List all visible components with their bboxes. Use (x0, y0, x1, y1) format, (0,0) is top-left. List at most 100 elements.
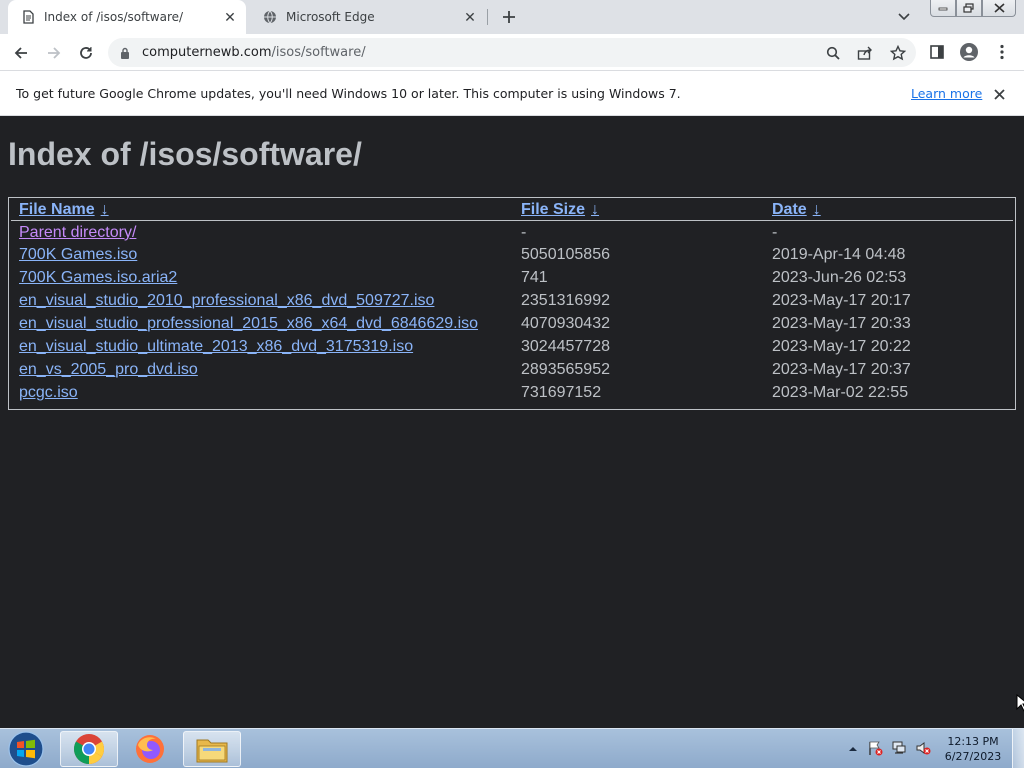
sort-arrow-icon[interactable]: ↓ (101, 201, 109, 219)
profile-avatar-icon[interactable] (959, 42, 979, 62)
reload-button[interactable] (74, 41, 98, 65)
tab-title: Index of /isos/software/ (44, 10, 184, 24)
tab-title: Microsoft Edge (286, 10, 375, 24)
file-link[interactable]: en_vs_2005_pro_dvd.iso (19, 361, 198, 378)
action-center-flag-icon[interactable] (866, 739, 884, 757)
page-title: Index of /isos/software/ (8, 136, 362, 172)
file-name-cell: pcgc.iso (11, 381, 513, 404)
file-name-cell: 700K Games.iso.aria2 (11, 266, 513, 289)
file-name-cell: 700K Games.iso (11, 243, 513, 266)
close-tab-icon[interactable]: ✕ (462, 9, 478, 25)
infobar-message: To get future Google Chrome updates, you… (16, 86, 681, 101)
sort-arrow-icon[interactable]: ↓ (591, 201, 599, 219)
clock-time: 12:13 PM (947, 735, 999, 748)
file-size-cell: 5050105856 (521, 245, 610, 263)
plus-icon (503, 11, 515, 23)
table-row: en_visual_studio_2010_professional_x86_d… (11, 289, 1013, 312)
restore-button[interactable] (956, 0, 982, 17)
table-header-row: File Name ↓ File Size ↓ Date ↓ (11, 200, 1013, 221)
file-link[interactable]: 700K Games.iso.aria2 (19, 269, 177, 286)
sort-by-size-link[interactable]: File Size (521, 201, 585, 218)
show-desktop-button[interactable] (1012, 729, 1024, 768)
file-link[interactable]: en_visual_studio_ultimate_2013_x86_dvd_3… (19, 338, 413, 355)
volume-muted-icon[interactable] (914, 739, 932, 757)
firefox-icon (136, 735, 164, 763)
url-text[interactable]: computernewb.com/isos/software/ (142, 45, 366, 60)
file-link[interactable]: 700K Games.iso (19, 246, 137, 263)
url-path: /isos/software/ (271, 45, 366, 60)
window-controls (930, 0, 1016, 18)
restore-icon (963, 3, 974, 13)
file-date-cell: 2023-May-17 20:33 (772, 314, 911, 332)
file-link[interactable]: en_visual_studio_2010_professional_x86_d… (19, 292, 434, 309)
close-window-button[interactable] (982, 0, 1016, 17)
file-date-cell: 2023-May-17 20:22 (772, 337, 911, 355)
windows-logo-icon (8, 731, 44, 767)
taskbar-chrome[interactable] (60, 731, 118, 767)
tab-index-of-isos-software[interactable]: Index of /isos/software/ ✕ (8, 0, 246, 34)
back-arrow-icon (14, 47, 27, 59)
windows-taskbar: 12:13 PM 6/27/2023 (0, 728, 1024, 768)
file-size-cell: 2893565952 (521, 360, 610, 378)
column-header-file-name[interactable]: File Name ↓ (11, 200, 513, 221)
globe-icon (262, 9, 278, 25)
table-row: pcgc.iso 731697152 2023-Mar-02 22:55 (11, 381, 1013, 404)
sort-by-date-link[interactable]: Date (772, 201, 807, 218)
table-row: 700K Games.iso.aria2 741 2023-Jun-26 02:… (11, 266, 1013, 289)
column-header-date[interactable]: Date ↓ (764, 200, 1013, 221)
learn-more-link[interactable]: Learn more (911, 86, 982, 101)
url-host: computernewb.com (142, 45, 272, 60)
close-tab-icon[interactable]: ✕ (222, 9, 238, 25)
forward-button[interactable] (42, 41, 66, 65)
file-name-cell: en_visual_studio_2010_professional_x86_d… (11, 289, 513, 312)
sort-by-name-link[interactable]: File Name (19, 201, 95, 218)
share-icon[interactable] (856, 44, 874, 62)
taskbar-firefox[interactable] (121, 731, 179, 767)
start-button[interactable] (6, 730, 46, 768)
bookmark-star-icon[interactable] (889, 44, 907, 62)
file-link[interactable]: en_visual_studio_professional_2015_x86_x… (19, 315, 478, 332)
show-hidden-icons-icon[interactable] (844, 739, 862, 757)
tab-search-button[interactable] (896, 9, 912, 25)
new-tab-button[interactable] (498, 6, 520, 28)
file-name-cell: en_visual_studio_professional_2015_x86_x… (11, 312, 513, 335)
more-menu-icon[interactable] (992, 42, 1012, 62)
page-content: Index of /isos/software/ File Name ↓ File… (0, 116, 1024, 728)
file-date-cell: 2023-May-17 20:17 (772, 291, 911, 309)
sort-arrow-icon[interactable]: ↓ (813, 201, 821, 219)
file-date-cell: - (772, 223, 778, 241)
clock-date: 6/27/2023 (944, 750, 1002, 763)
column-header-file-size[interactable]: File Size ↓ (513, 200, 764, 221)
taskbar-file-explorer[interactable] (183, 731, 241, 767)
file-size-cell: 731697152 (521, 383, 602, 401)
file-date-cell: 2023-May-17 20:37 (772, 360, 911, 378)
reload-icon (80, 47, 92, 59)
update-infobar: To get future Google Chrome updates, you… (0, 71, 1024, 116)
file-size-cell: 2351316992 (521, 291, 610, 309)
file-link[interactable]: pcgc.iso (19, 384, 78, 401)
file-date-cell: 2019-Apr-14 04:48 (772, 245, 906, 263)
file-size-cell: 741 (521, 268, 548, 286)
address-bar[interactable]: computernewb.com/isos/software/ (108, 38, 916, 67)
back-button[interactable] (9, 41, 33, 65)
parent-directory-link[interactable]: Parent directory/ (19, 224, 136, 241)
browser-toolbar: computernewb.com/isos/software/ (0, 34, 1024, 71)
minimize-button[interactable] (930, 0, 956, 17)
file-size-cell: 4070930432 (521, 314, 610, 332)
lock-icon[interactable] (120, 46, 130, 64)
file-date-cell: 2023-Jun-26 02:53 (772, 268, 907, 286)
file-listing: File Name ↓ File Size ↓ Date ↓ Parent direc… (8, 197, 1016, 410)
table-row: en_visual_studio_professional_2015_x86_x… (11, 312, 1013, 335)
chevron-down-icon (898, 13, 910, 21)
search-icon[interactable] (824, 44, 842, 62)
close-icon (993, 3, 1005, 13)
mouse-cursor-icon (1016, 694, 1024, 712)
network-icon[interactable] (890, 739, 908, 757)
infobar-close-icon[interactable] (990, 85, 1008, 103)
file-size-cell: - (521, 223, 527, 241)
table-row: en_visual_studio_ultimate_2013_x86_dvd_3… (11, 335, 1013, 358)
tab-microsoft-edge[interactable]: Microsoft Edge ✕ (250, 0, 486, 34)
side-panel-icon[interactable] (927, 42, 947, 62)
file-table: File Name ↓ File Size ↓ Date ↓ Parent direc… (11, 200, 1013, 404)
system-clock[interactable]: 12:13 PM 6/27/2023 (936, 734, 1010, 764)
